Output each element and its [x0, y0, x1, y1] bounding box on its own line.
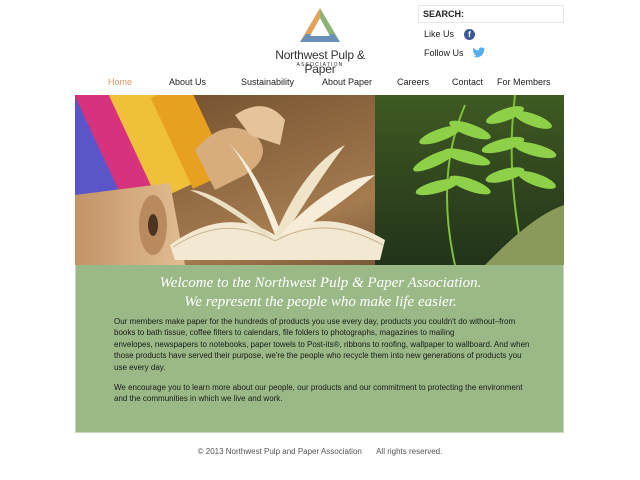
paragraph-line: use every day. [114, 362, 166, 372]
rights-text: All rights reserved. [376, 447, 443, 456]
like-us-link[interactable]: Like Us f [424, 27, 476, 41]
follow-us-label: Follow Us [424, 48, 464, 58]
like-us-label: Like Us [424, 29, 455, 39]
welcome-title: Welcome to the Northwest Pulp & Paper As… [76, 274, 565, 312]
site-header: Northwest Pulp & Paper ASSOCIATION SEARC… [0, 0, 640, 76]
triangle-logo-icon [300, 8, 340, 42]
paragraph-line: Our members make paper for the hundreds … [114, 317, 516, 326]
welcome-title-line-1: Welcome to the Northwest Pulp & Paper As… [159, 275, 482, 291]
copyright-text: © 2013 Northwest Pulp and Paper Associat… [197, 447, 362, 456]
site-footer: © 2013 Northwest Pulp and Paper Associat… [0, 447, 640, 456]
twitter-icon[interactable] [471, 47, 486, 59]
commitment-paragraph: We encourage you to learn more about our… [114, 382, 534, 405]
hero-banner [75, 95, 564, 265]
nav-home[interactable]: Home [108, 77, 132, 87]
logo-subtitle: ASSOCIATION [296, 62, 344, 68]
welcome-panel: Welcome to the Northwest Pulp & Paper As… [75, 265, 564, 433]
paragraph-line: books to bath tissue, coffee filters to … [114, 328, 455, 338]
nav-about-paper[interactable]: About Paper [322, 77, 372, 87]
main-nav: Home About Us Sustainability About Paper… [76, 77, 564, 91]
nav-for-members[interactable]: For Members [497, 77, 551, 87]
nav-about-us[interactable]: About Us [169, 77, 206, 87]
nav-careers[interactable]: Careers [397, 77, 429, 87]
paragraph-line: We encourage you to learn more about our… [114, 383, 523, 392]
facebook-icon[interactable]: f [464, 28, 476, 40]
paragraph-line: and the communities in which we live and… [114, 394, 283, 404]
follow-us-link[interactable]: Follow Us [424, 46, 486, 60]
search-input[interactable] [463, 7, 561, 21]
intro-paragraph: Our members make paper for the hundreds … [114, 316, 534, 373]
hero-paper-products-image [75, 95, 564, 265]
nav-sustainability[interactable]: Sustainability [241, 77, 294, 87]
search-box: SEARCH: [418, 5, 564, 23]
nav-contact[interactable]: Contact [452, 77, 483, 87]
welcome-title-line-2: We represent the people who make life ea… [184, 294, 457, 310]
site-logo[interactable]: Northwest Pulp & Paper ASSOCIATION [262, 6, 378, 76]
paragraph-line: envelopes, newspapers to notebooks, pape… [114, 339, 530, 349]
search-label: SEARCH: [423, 9, 465, 19]
paragraph-line: those products have served their purpose… [114, 351, 522, 361]
